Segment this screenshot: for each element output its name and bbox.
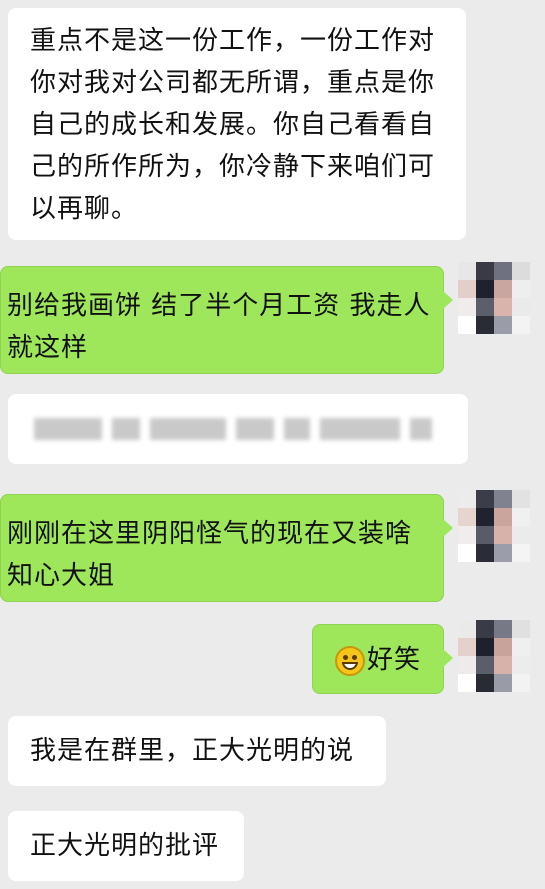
message-text: 好笑 <box>367 645 422 675</box>
message-text: 我是在群里，正大光明的说 <box>30 736 355 766</box>
message-text: 正大光明的批评 <box>30 831 220 861</box>
message-text: 别给我画饼 结了半个月工资 我走人 就这样 <box>7 291 431 363</box>
message-text: 重点不是这一份工作，一份工作对你对我对公司都无所谓，重点是你自己的成长和发展。你… <box>30 26 436 224</box>
incoming-message-bubble[interactable]: 我是在群里，正大光明的说 <box>8 716 386 786</box>
avatar[interactable] <box>458 490 530 562</box>
incoming-message-bubble[interactable]: 重点不是这一份工作，一份工作对你对我对公司都无所谓，重点是你自己的成长和发展。你… <box>8 8 466 240</box>
grinning-face-icon <box>335 645 365 676</box>
avatar[interactable] <box>458 262 530 334</box>
incoming-message-bubble[interactable]: 正大光明的批评 <box>8 811 244 881</box>
blurred-message <box>8 394 468 464</box>
avatar[interactable] <box>458 620 530 692</box>
message-text: 刚刚在这里阴阳怪气的现在又装啥知心大姐 <box>7 519 413 591</box>
outgoing-message-bubble[interactable]: 别给我画饼 结了半个月工资 我走人 就这样 <box>0 266 453 374</box>
outgoing-message-bubble[interactable]: 刚刚在这里阴阳怪气的现在又装啥知心大姐 <box>0 494 453 602</box>
outgoing-message-bubble[interactable]: 好笑 <box>312 624 453 694</box>
